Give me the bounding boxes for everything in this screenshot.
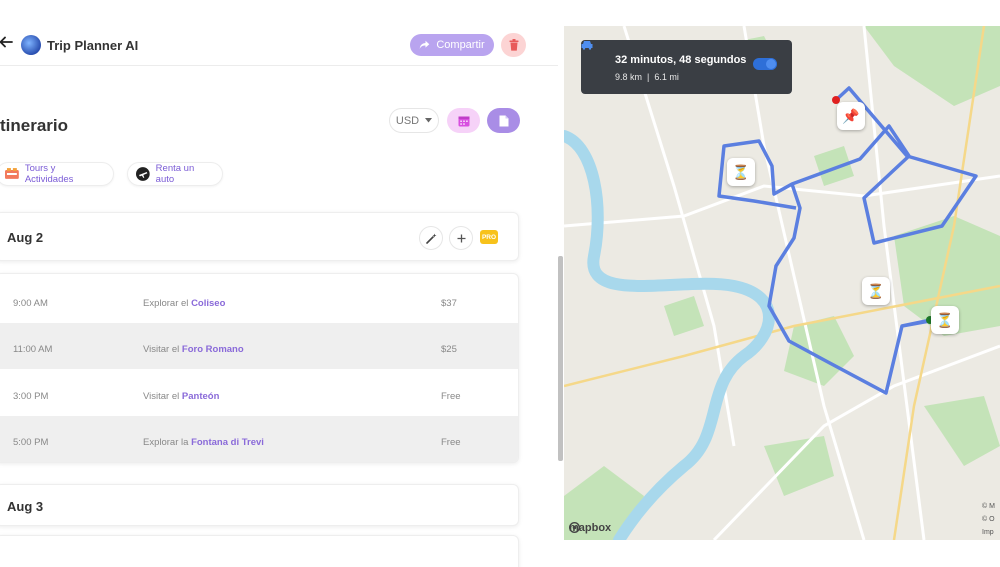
car-rental-link[interactable]: Renta un auto xyxy=(127,162,223,186)
mapbox-logo[interactable]: mapbox xyxy=(569,522,611,534)
activity-row[interactable]: 3:00 PM Visitar el Panteón Free xyxy=(0,370,518,416)
mapbox-icon xyxy=(569,522,580,533)
pdf-export-button[interactable] xyxy=(487,108,520,133)
tours-activities-link[interactable]: Tours y Actividades xyxy=(0,162,114,186)
activity-price: $25 xyxy=(441,344,457,355)
magic-wand-icon xyxy=(425,233,436,244)
activity-verb: Explorar la xyxy=(143,437,189,448)
toggle-knob xyxy=(765,58,777,70)
day-header-aug-2[interactable]: Aug 2 PRO xyxy=(0,212,519,261)
activity-time: 3:00 PM xyxy=(13,391,49,402)
itinerary-panel: Trip Planner AI Compartir tinerario USD xyxy=(0,0,558,567)
activity-description: Explorar la Fontana di Trevi xyxy=(143,437,264,448)
share-arrow-icon xyxy=(420,40,430,49)
car-rental-label: Renta un auto xyxy=(155,163,195,185)
activity-description: Explorar el Coliseo xyxy=(143,298,225,309)
attribution-line: © O xyxy=(982,516,995,523)
route-distance-separator: | xyxy=(647,72,650,82)
activity-row[interactable]: 11:00 AM Visitar el Foro Romano $25 xyxy=(0,323,518,369)
share-button[interactable]: Compartir xyxy=(410,34,494,56)
activity-row[interactable]: 5:00 PM Explorar la Fontana di Trevi Fre… xyxy=(0,416,518,462)
activity-verb: Visitar el xyxy=(143,344,180,355)
activity-verb: Visitar el xyxy=(143,391,180,402)
document-icon xyxy=(499,115,508,126)
hourglass-marker-icon[interactable]: ⏳ xyxy=(931,306,959,334)
activity-place-link[interactable]: Panteón xyxy=(182,391,219,402)
calendar-icon xyxy=(458,116,469,126)
add-activity-button[interactable] xyxy=(449,226,473,250)
hourglass-marker-icon[interactable]: ⏳ xyxy=(727,158,755,186)
map-canvas xyxy=(564,26,1000,540)
route-distance-mi: 6.1 mi xyxy=(654,72,679,82)
activity-list: 9:00 AM Explorar el Coliseo $37 11:00 AM… xyxy=(0,273,519,463)
activity-time: 5:00 PM xyxy=(13,437,49,448)
route-summary-panel: 32 minutos, 48 segundos 9.8 km | 6.1 mi xyxy=(581,40,792,94)
day-label: Aug 3 xyxy=(7,499,44,514)
activity-verb: Explorar el xyxy=(143,298,189,309)
caret-down-icon xyxy=(425,118,433,123)
day-label: Aug 2 xyxy=(7,230,44,245)
plus-icon xyxy=(457,234,465,242)
route-map[interactable]: 32 minutos, 48 segundos 9.8 km | 6.1 mi … xyxy=(564,26,1000,540)
route-duration: 32 minutos, 48 segundos xyxy=(615,54,747,66)
attribution-line: © M xyxy=(982,503,995,510)
top-bar: Trip Planner AI Compartir xyxy=(0,0,558,66)
tours-icon xyxy=(5,168,19,179)
car-icon xyxy=(581,41,593,50)
activity-price: $37 xyxy=(441,298,457,309)
activity-place-link[interactable]: Coliseo xyxy=(191,298,225,309)
hourglass-marker-icon[interactable]: ⏳ xyxy=(862,277,890,305)
activity-description: Visitar el Foro Romano xyxy=(143,344,244,355)
app-title: Trip Planner AI xyxy=(47,38,139,53)
tours-label: Tours y Actividades xyxy=(24,163,74,185)
trash-icon xyxy=(509,39,518,51)
activity-price: Free xyxy=(441,391,461,402)
calendar-button[interactable] xyxy=(447,108,480,133)
panel-scrollbar[interactable] xyxy=(558,256,563,461)
activity-place-link[interactable]: Foro Romano xyxy=(182,344,244,355)
back-arrow-icon[interactable] xyxy=(0,34,14,50)
activity-price: Free xyxy=(441,437,461,448)
activity-place-link[interactable]: Fontana di Trevi xyxy=(191,437,264,448)
route-toggle[interactable] xyxy=(753,58,777,70)
next-day-card xyxy=(0,535,519,567)
activity-time: 11:00 AM xyxy=(13,344,53,355)
activity-row[interactable]: 9:00 AM Explorar el Coliseo $37 xyxy=(0,277,518,323)
currency-select[interactable]: USD xyxy=(389,108,439,133)
pushpin-marker-icon[interactable]: 📌 xyxy=(837,102,865,130)
currency-value: USD xyxy=(395,114,420,127)
airplane-icon xyxy=(136,167,150,181)
pro-badge: PRO xyxy=(480,230,498,244)
activity-description: Visitar el Panteón xyxy=(143,391,219,402)
app-logo-icon xyxy=(21,35,41,55)
share-label: Compartir xyxy=(436,39,485,51)
delete-button[interactable] xyxy=(501,33,526,57)
activity-time: 9:00 AM xyxy=(13,298,48,309)
magic-wand-button[interactable] xyxy=(419,226,443,250)
route-distance: 9.8 km | 6.1 mi xyxy=(615,72,679,82)
route-distance-km: 9.8 km xyxy=(615,72,643,82)
map-attribution[interactable]: © M © O Imp xyxy=(982,500,995,539)
page-title: tinerario xyxy=(0,116,69,135)
day-header-aug-3[interactable]: Aug 3 xyxy=(0,484,519,526)
attribution-line: Imp xyxy=(982,529,994,536)
